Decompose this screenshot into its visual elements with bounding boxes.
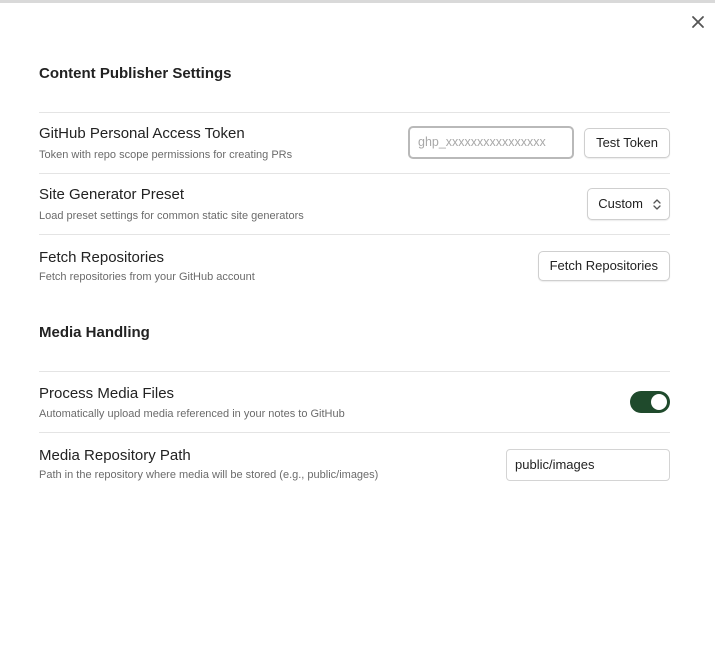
media-path-input[interactable]: public/images bbox=[506, 449, 670, 481]
setting-description-media-path: Path in the repository where media will … bbox=[39, 469, 379, 481]
page-title: Content Publisher Settings bbox=[39, 65, 232, 82]
setting-description-process-media: Automatically upload media referenced in… bbox=[39, 408, 345, 420]
setting-name-preset: Site Generator Preset bbox=[39, 186, 185, 203]
preset-select-value: Custom bbox=[598, 196, 643, 211]
toggle-knob bbox=[651, 394, 667, 410]
setting-description-preset: Load preset settings for common static s… bbox=[39, 210, 304, 222]
settings-dialog: Content Publisher Settings GitHub Person… bbox=[0, 0, 715, 665]
setting-description-token: Token with repo scope permissions for cr… bbox=[39, 149, 293, 161]
close-button[interactable] bbox=[689, 13, 707, 31]
process-media-toggle[interactable] bbox=[630, 391, 670, 413]
preset-select[interactable]: Custom bbox=[587, 188, 670, 220]
chevron-updown-icon bbox=[653, 199, 661, 210]
fetch-repositories-button[interactable]: Fetch Repositories bbox=[537, 251, 670, 281]
token-input[interactable]: ghp_xxxxxxxxxxxxxxxx bbox=[408, 126, 574, 159]
setting-row-preset: Site Generator Preset Load preset settin… bbox=[39, 173, 670, 235]
setting-name-token: GitHub Personal Access Token bbox=[39, 125, 245, 142]
test-token-button[interactable]: Test Token bbox=[584, 128, 670, 158]
setting-name-fetch: Fetch Repositories bbox=[39, 249, 165, 266]
close-icon bbox=[692, 16, 704, 28]
setting-row-fetch: Fetch Repositories Fetch repositories fr… bbox=[39, 234, 670, 296]
section-heading-media: Media Handling bbox=[39, 324, 150, 341]
setting-description-fetch: Fetch repositories from your GitHub acco… bbox=[39, 271, 255, 283]
setting-name-process-media: Process Media Files bbox=[39, 385, 175, 402]
setting-row-media-path: Media Repository Path Path in the reposi… bbox=[39, 432, 670, 494]
setting-name-media-path: Media Repository Path bbox=[39, 447, 191, 464]
setting-row-process-media: Process Media Files Automatically upload… bbox=[39, 371, 670, 433]
setting-row-token: GitHub Personal Access Token Token with … bbox=[39, 112, 670, 174]
